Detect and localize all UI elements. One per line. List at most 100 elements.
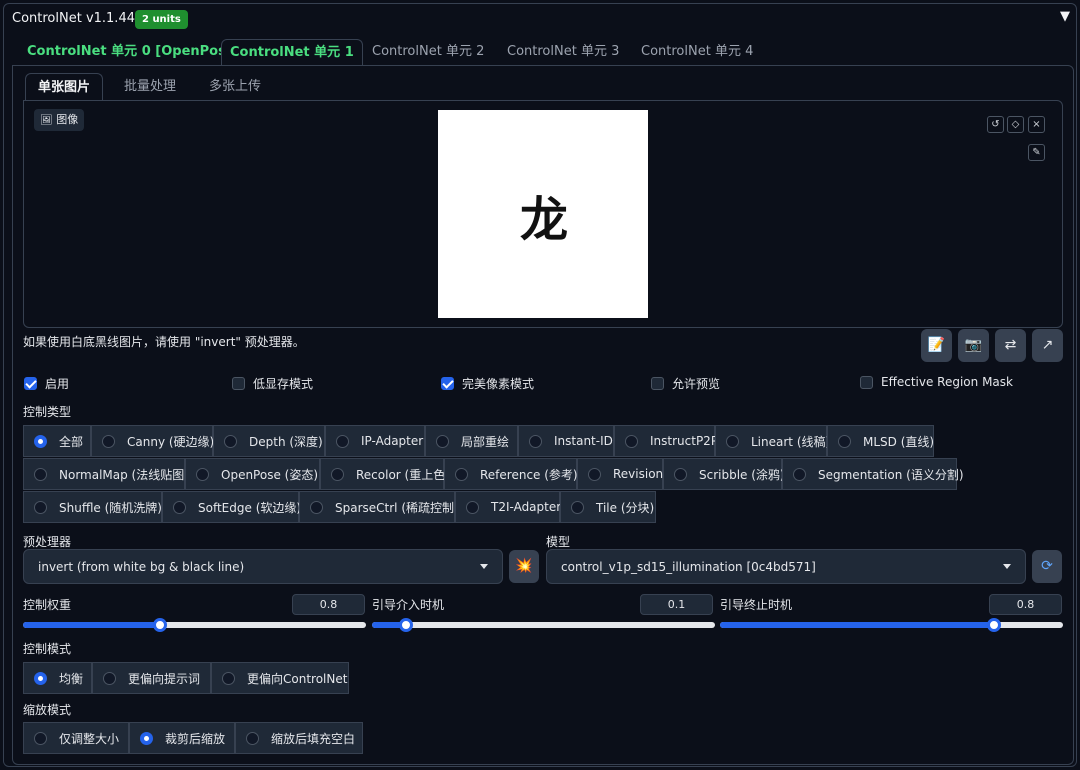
radio-option[interactable]: NormalMap (法线贴图) [23, 458, 189, 490]
radio-option[interactable]: Lineart (线稿) [715, 425, 830, 457]
run-preprocessor-icon[interactable]: 💥 [509, 550, 539, 583]
weight-value-input[interactable]: 0.8 [292, 594, 365, 615]
radio-option[interactable]: SoftEdge (软边缘) [162, 491, 301, 523]
collapse-toggle-icon[interactable]: ▼ [1060, 9, 1070, 24]
radio-dot[interactable] [529, 434, 542, 448]
radio-option[interactable]: Scribble (涂鸦) [663, 458, 785, 490]
radio-dot[interactable] [34, 500, 47, 514]
undo-icon[interactable]: ↺ [987, 116, 1004, 133]
radio-label: Depth (深度) [249, 434, 323, 449]
radio-option[interactable]: Recolor (重上色) [320, 458, 450, 490]
radio-dot[interactable] [103, 671, 116, 685]
end-value-input[interactable]: 0.8 [989, 594, 1062, 615]
checkbox-box[interactable] [24, 377, 37, 390]
tab-unit-1[interactable]: ControlNet 单元 1 [221, 39, 363, 66]
checkbox-effective-region-mask[interactable]: Effective Region Mask [860, 375, 1013, 389]
units-badge: 2 units [135, 10, 188, 29]
send-dimensions-icon[interactable]: ↗ [1032, 329, 1063, 362]
radio-option[interactable]: MLSD (直线) [827, 425, 934, 457]
radio-option[interactable]: 更偏向ControlNet [211, 662, 349, 694]
checkbox-enable[interactable]: 启用 [24, 375, 69, 392]
webcam-icon[interactable]: 📷 [958, 329, 989, 362]
radio-dot[interactable] [224, 434, 237, 448]
checkbox-box[interactable] [232, 377, 245, 390]
checkbox-low-vram[interactable]: 低显存模式 [232, 375, 313, 392]
radio-option[interactable]: Reference (参考) [444, 458, 578, 490]
radio-dot[interactable] [466, 500, 479, 514]
start-label: 引导介入时机 [372, 598, 445, 612]
radio-dot[interactable] [436, 434, 449, 448]
radio-option[interactable]: 缩放后填充空白 [235, 722, 363, 754]
radio-dot[interactable] [246, 731, 259, 745]
radio-dot[interactable] [726, 434, 739, 448]
start-value-input[interactable]: 0.1 [640, 594, 713, 615]
radio-option[interactable]: Depth (深度) [213, 425, 325, 457]
radio-option[interactable]: Instant-ID [518, 425, 614, 457]
radio-dot[interactable] [34, 467, 47, 481]
radio-option[interactable]: Tile (分块) [560, 491, 656, 523]
radio-dot[interactable] [173, 500, 186, 514]
radio-dot[interactable] [222, 671, 235, 685]
radio-dot[interactable] [34, 671, 47, 685]
radio-dot[interactable] [625, 434, 638, 448]
radio-label: Revision [613, 467, 664, 481]
checkbox-box[interactable] [860, 375, 873, 389]
radio-dot[interactable] [34, 434, 47, 448]
radio-dot[interactable] [588, 467, 601, 481]
radio-option[interactable]: IP-Adapter [325, 425, 425, 457]
radio-option[interactable]: 均衡 [23, 662, 92, 694]
radio-option[interactable]: 全部 [23, 425, 91, 457]
radio-dot[interactable] [310, 500, 323, 514]
close-icon[interactable]: × [1028, 116, 1045, 133]
radio-dot[interactable] [331, 467, 344, 481]
radio-option[interactable]: T2I-Adapter [455, 491, 561, 523]
radio-option[interactable]: 仅调整大小 [23, 722, 129, 754]
new-canvas-icon[interactable]: 📝 [921, 329, 952, 362]
radio-dot[interactable] [571, 500, 584, 514]
tab-batch[interactable]: 批量处理 [112, 73, 188, 101]
control-type-label: 控制类型 [23, 405, 72, 419]
radio-dot[interactable] [838, 434, 851, 448]
radio-dot[interactable] [674, 467, 687, 481]
checkbox-pixel-perfect[interactable]: 完美像素模式 [441, 375, 534, 392]
checkbox-allow-preview[interactable]: 允许预览 [651, 375, 720, 392]
radio-row: 均衡 更偏向提示词 更偏向ControlNet [23, 662, 349, 694]
radio-dot[interactable] [102, 434, 115, 448]
radio-dot[interactable] [455, 467, 468, 481]
panel-title[interactable]: ControlNet v1.1.449 [12, 11, 143, 26]
radio-label: 局部重绘 [461, 434, 510, 449]
end-slider[interactable] [720, 618, 1063, 632]
preprocessor-dropdown[interactable]: invert (from white bg & black line) [23, 549, 503, 584]
tab-unit-2[interactable]: ControlNet 单元 2 [364, 39, 492, 66]
radio-option[interactable]: Canny (硬边缘) [91, 425, 214, 457]
radio-option[interactable]: Shuffle (随机洗牌) [23, 491, 162, 523]
radio-dot[interactable] [196, 467, 209, 481]
radio-dot[interactable] [793, 467, 806, 481]
radio-option[interactable]: SparseCtrl (稀疏控制) [299, 491, 459, 523]
tab-unit-4[interactable]: ControlNet 单元 4 [633, 39, 761, 66]
eraser-icon[interactable]: ◇ [1007, 116, 1024, 133]
brush-icon[interactable]: ✎ [1028, 144, 1045, 161]
tab-unit-3[interactable]: ControlNet 单元 3 [499, 39, 627, 66]
weight-slider[interactable] [23, 618, 366, 632]
radio-option[interactable]: 更偏向提示词 [92, 662, 211, 694]
radio-option[interactable]: Segmentation (语义分割) [782, 458, 964, 490]
swap-icon[interactable]: ⇄ [995, 329, 1026, 362]
model-dropdown[interactable]: control_v1p_sd15_illumination [0c4bd571] [546, 549, 1026, 584]
checkbox-box[interactable] [651, 377, 664, 390]
tab-single-image[interactable]: 单张图片 [25, 73, 104, 101]
tab-multi-upload[interactable]: 多张上传 [197, 73, 273, 101]
refresh-models-icon[interactable]: ⟳ [1032, 550, 1062, 583]
radio-option[interactable]: 裁剪后缩放 [129, 722, 235, 754]
radio-option[interactable]: Revision [577, 458, 663, 490]
radio-option[interactable]: 局部重绘 [425, 425, 518, 457]
start-slider[interactable] [372, 618, 715, 632]
radio-option[interactable]: InstructP2P [614, 425, 718, 457]
radio-dot[interactable] [34, 731, 47, 745]
radio-option[interactable]: OpenPose (姿态) [185, 458, 320, 490]
radio-dot[interactable] [336, 434, 349, 448]
radio-dot[interactable] [140, 731, 153, 745]
radio-label: 仅调整大小 [59, 731, 120, 746]
tab-unit-0[interactable]: ControlNet 单元 0 [OpenPose] [19, 39, 249, 66]
checkbox-box[interactable] [441, 377, 454, 390]
